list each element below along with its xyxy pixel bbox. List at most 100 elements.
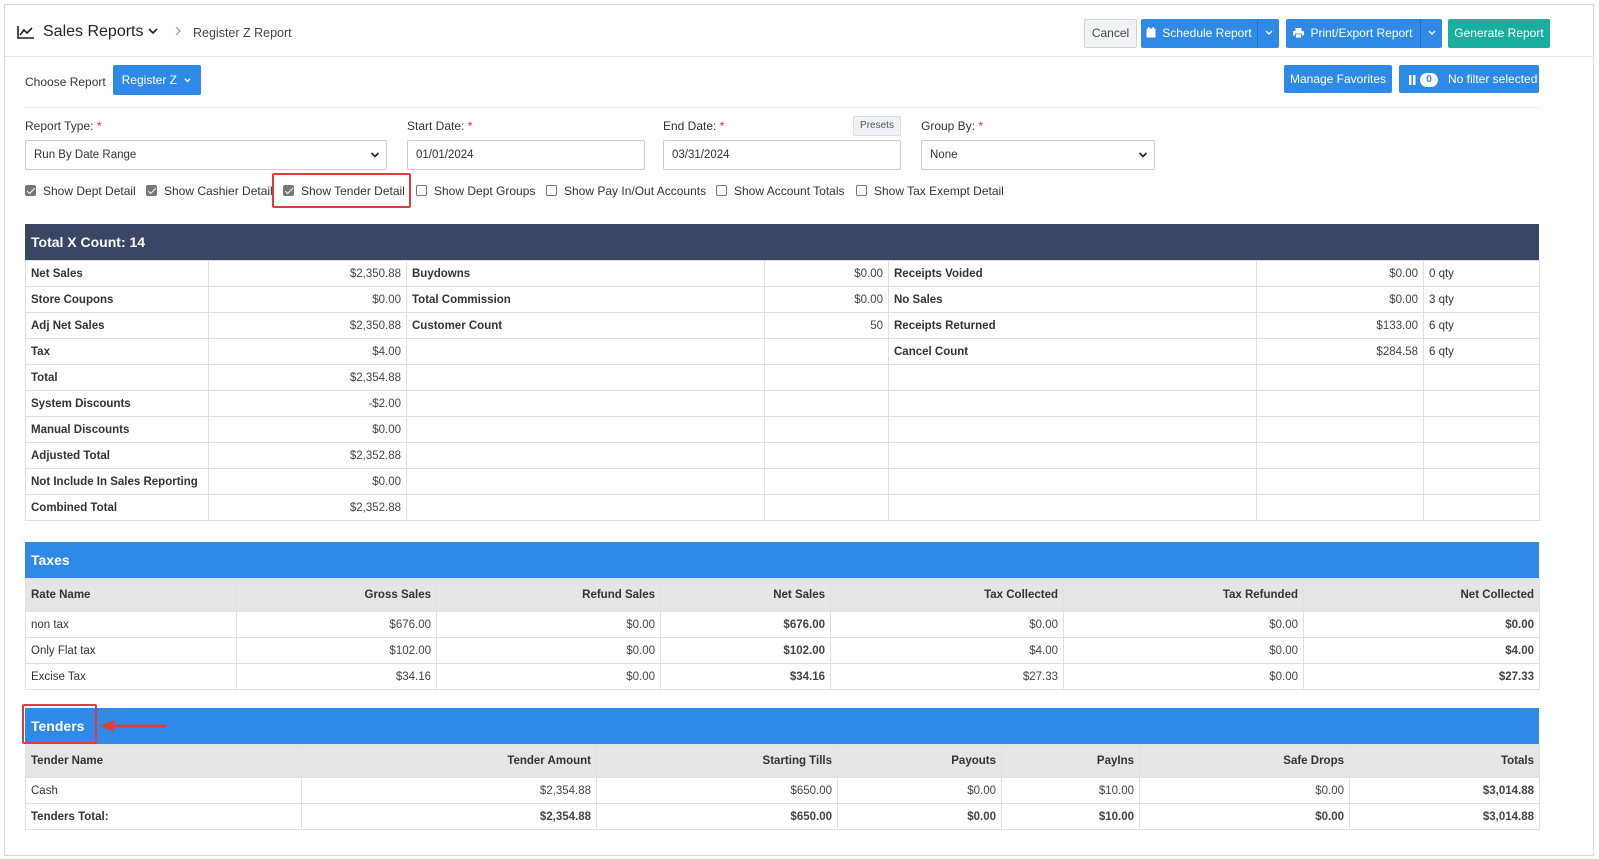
checkbox-box[interactable]: [146, 185, 157, 197]
table-cell: $0.00: [1256, 286, 1424, 313]
line-chart-icon: [17, 26, 34, 39]
start-date-input[interactable]: 01/01/2024: [407, 140, 645, 170]
group-by-select[interactable]: None: [921, 140, 1155, 170]
table-cell: $0.00: [1139, 803, 1350, 830]
table-cell: $3,014.88: [1349, 803, 1540, 830]
checkbox-box[interactable]: [25, 185, 36, 197]
column-header: PayIns: [1001, 744, 1140, 778]
table-cell: $650.00: [596, 777, 838, 804]
table-row: Not Include In Sales Reporting $0.00: [25, 468, 1540, 495]
table-cell: Total: [25, 364, 209, 391]
table-cell: $0.00: [1063, 611, 1304, 638]
table-cell: [764, 416, 889, 443]
table-cell: $34.16: [660, 663, 831, 690]
table-cell: $0.00: [208, 416, 407, 443]
table-cell: [1256, 442, 1424, 469]
table-cell: $0.00: [764, 286, 889, 313]
checkbox-box[interactable]: [716, 185, 727, 197]
show-cashier-detail-checkbox[interactable]: Show Cashier Detail: [146, 184, 273, 200]
table-row: Cash $2,354.88 $650.00 $0.00 $10.00 $0.00 $3,0…: [25, 777, 1540, 804]
taxes-header: Taxes: [25, 542, 1539, 578]
table-cell: $0.00: [764, 260, 889, 287]
table-cell: $4.00: [1303, 637, 1540, 664]
checkbox-box[interactable]: [856, 185, 867, 197]
table-cell: Receipts Voided: [888, 260, 1257, 287]
column-header: Tax Collected: [830, 578, 1064, 612]
table-cell: [1256, 416, 1424, 443]
table-cell: $2,350.88: [208, 260, 407, 287]
show-tender-detail-checkbox[interactable]: Show Tender Detail: [283, 184, 405, 200]
schedule-report-button[interactable]: Schedule Report: [1141, 19, 1257, 48]
show-account-totals-checkbox[interactable]: Show Account Totals: [716, 184, 845, 200]
column-header: Rate Name: [25, 578, 237, 612]
table-row: Net Sales $2,350.88 Buydowns $0.00 Receipts …: [25, 260, 1540, 287]
table-cell: [764, 468, 889, 495]
table-cell: $284.58: [1256, 338, 1424, 365]
table-cell: $0.00: [208, 286, 407, 313]
show-dept-groups-checkbox[interactable]: Show Dept Groups: [416, 184, 535, 200]
chevron-down-icon[interactable]: [147, 25, 159, 37]
table-cell: $4.00: [830, 637, 1064, 664]
table-cell: $133.00: [1256, 312, 1424, 339]
table-cell: [406, 468, 765, 495]
table-cell: $10.00: [1001, 803, 1140, 830]
table-cell: $0.00: [1303, 611, 1540, 638]
table-row: Manual Discounts $0.00: [25, 416, 1540, 443]
table-cell: [406, 442, 765, 469]
table-cell: [1256, 468, 1424, 495]
table-cell: $27.33: [1303, 663, 1540, 690]
choose-report-dropdown[interactable]: Register Z: [113, 65, 201, 95]
arrow-left-icon: [100, 720, 166, 732]
table-cell: $0.00: [208, 468, 407, 495]
top-bar: Sales Reports Register Z Report Cancel S…: [5, 5, 1593, 57]
end-date-input[interactable]: 03/31/2024: [663, 140, 901, 170]
table-cell: $0.00: [436, 663, 661, 690]
table-cell: [1256, 494, 1424, 521]
filter-button[interactable]: 0 No filter selected: [1399, 65, 1539, 93]
column-header: Gross Sales: [236, 578, 437, 612]
calendar-icon: [1146, 27, 1156, 38]
table-cell: [1423, 416, 1540, 443]
breadcrumb: Register Z Report: [193, 26, 292, 40]
show-tax-exempt-checkbox[interactable]: Show Tax Exempt Detail: [856, 184, 1004, 200]
table-cell: [1423, 468, 1540, 495]
table-cell: non tax: [25, 611, 237, 638]
table-row: Store Coupons $0.00 Total Commission $0.00 N…: [25, 286, 1540, 313]
print-export-button[interactable]: Print/Export Report: [1286, 19, 1420, 48]
chevron-down-icon: [1428, 30, 1435, 35]
print-dropdown-toggle[interactable]: [1420, 19, 1442, 48]
cancel-button[interactable]: Cancel: [1084, 19, 1137, 48]
table-cell: $2,354.88: [208, 364, 407, 391]
column-header: Tender Name: [25, 744, 302, 778]
choose-report-row: Choose Report Register Z Manage Favorite…: [5, 57, 1593, 107]
schedule-dropdown-toggle[interactable]: [1257, 19, 1279, 48]
checkbox-box[interactable]: [283, 185, 294, 197]
checkbox-box[interactable]: [416, 185, 427, 197]
table-cell: Buydowns: [406, 260, 765, 287]
table-cell: [1423, 390, 1540, 417]
table-cell: $3,014.88: [1349, 777, 1540, 804]
table-cell: 3 qty: [1423, 286, 1540, 313]
table-row: Tax $4.00 Cancel Count $284.58 6 qty: [25, 338, 1540, 365]
group-by-label: Group By: *: [921, 119, 984, 133]
manage-favorites-button[interactable]: Manage Favorites: [1284, 65, 1392, 93]
table-row: Only Flat tax $102.00 $0.00 $102.00 $4.00 $0.…: [25, 637, 1540, 664]
report-type-select[interactable]: Run By Date Range: [25, 140, 387, 170]
table-row: Adjusted Total $2,352.88: [25, 442, 1540, 469]
table-cell: 6 qty: [1423, 312, 1540, 339]
table-cell: $2,354.88: [301, 803, 597, 830]
report-type-label: Report Type: *: [25, 119, 102, 133]
generate-report-button[interactable]: Generate Report: [1448, 19, 1550, 48]
checkbox-box[interactable]: [546, 185, 557, 197]
filter-icon: [1409, 74, 1416, 85]
table-cell: 6 qty: [1423, 338, 1540, 365]
table-cell: Cash: [25, 777, 302, 804]
show-pay-in-out-checkbox[interactable]: Show Pay In/Out Accounts: [546, 184, 706, 200]
show-dept-detail-checkbox[interactable]: Show Dept Detail: [25, 184, 136, 200]
presets-button[interactable]: Presets: [853, 116, 901, 136]
table-cell: $650.00: [596, 803, 838, 830]
table-cell: [764, 390, 889, 417]
table-cell: Not Include In Sales Reporting: [25, 468, 209, 495]
table-cell: $0.00: [1063, 637, 1304, 664]
column-header: Refund Sales: [436, 578, 661, 612]
